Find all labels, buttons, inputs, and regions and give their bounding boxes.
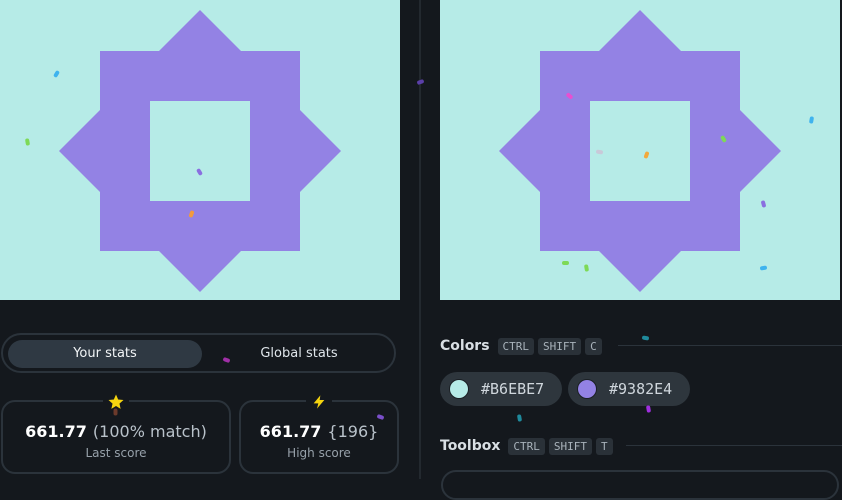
lightning-icon — [306, 391, 332, 413]
tab-your-stats[interactable]: Your stats — [8, 340, 202, 368]
color-chip-background[interactable]: #B6EBE7 — [440, 372, 562, 406]
kbd-shift: SHIFT — [548, 437, 593, 455]
toolbox-header: Toolbox CTRL SHIFT T — [440, 436, 617, 456]
confetti-piece — [516, 414, 523, 422]
kbd-c: C — [585, 337, 602, 355]
last-score-value: 661.77 — [25, 422, 87, 441]
kbd-ctrl: CTRL — [508, 437, 545, 455]
target-canvas — [0, 0, 400, 300]
color-swatch — [577, 379, 597, 399]
high-score-label: High score — [287, 446, 351, 460]
last-score-match: (100% match) — [92, 422, 207, 441]
toolbox-panel — [441, 470, 839, 500]
colors-divider — [618, 345, 842, 346]
drawing-canvas[interactable] — [440, 0, 840, 300]
toolbox-title: Toolbox — [440, 438, 501, 454]
tab-global-stats[interactable]: Global stats — [202, 340, 396, 368]
confetti-piece — [641, 335, 650, 341]
stats-toggle: Your stats Global stats — [1, 333, 396, 373]
confetti-piece — [645, 405, 652, 413]
drawing-image — [440, 0, 840, 300]
toolbox-divider — [626, 445, 842, 446]
confetti-piece — [562, 261, 569, 265]
colors-title: Colors — [440, 338, 490, 354]
last-score-label: Last score — [85, 446, 147, 460]
colors-header: Colors CTRL SHIFT C — [440, 336, 606, 356]
color-swatch — [449, 379, 469, 399]
color-code: #9382E4 — [609, 380, 673, 398]
kbd-shift: SHIFT — [538, 337, 582, 355]
kbd-ctrl: CTRL — [497, 337, 535, 355]
high-score-line: 661.77 {196} — [241, 422, 397, 441]
high-score-value: 661.77 — [259, 422, 322, 441]
target-image — [0, 0, 400, 300]
last-score-line: 661.77 (100% match) — [3, 422, 229, 441]
high-score-count: {196} — [327, 422, 379, 441]
kbd-t: T — [596, 437, 613, 455]
confetti-piece — [113, 408, 118, 416]
high-score-card: 661.77 {196} High score — [239, 391, 399, 474]
color-code: #B6EBE7 — [481, 380, 545, 398]
panel-divider — [419, 0, 421, 479]
color-chip-shape[interactable]: #9382E4 — [568, 372, 690, 406]
